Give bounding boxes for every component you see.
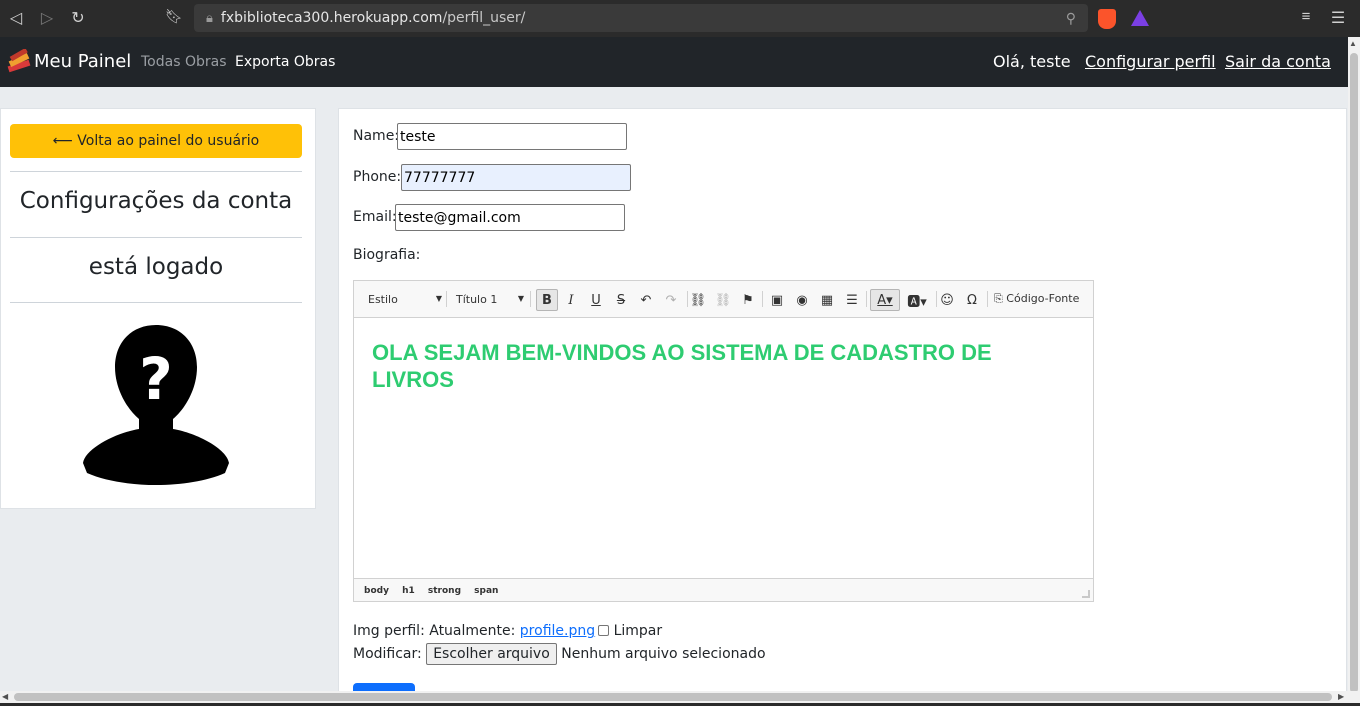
nav-todas-obras[interactable]: Todas Obras: [141, 54, 226, 70]
special-char-icon[interactable]: Ω: [961, 289, 983, 311]
editor-toolbar: Estilo ▼ Título 1 ▼ B I U S ↶ ↷ ⛓ ⛓ ⚑ ▣ ◉ …: [354, 281, 1093, 318]
horizontal-rule-icon[interactable]: ☰: [841, 289, 863, 311]
horizontal-scrollbar[interactable]: ◀ ▶: [0, 691, 1360, 703]
zoom-icon[interactable]: ⚲: [1066, 10, 1076, 27]
scroll-right-icon[interactable]: ▶: [1338, 692, 1344, 701]
table-icon[interactable]: ▦: [816, 289, 838, 311]
rewards-icon[interactable]: [1131, 10, 1149, 26]
configure-profile-link[interactable]: Configurar perfil: [1085, 52, 1216, 71]
toolbar-separator: [762, 291, 763, 307]
style-dropdown[interactable]: Estilo ▼: [368, 289, 442, 309]
image-icon[interactable]: ▣: [766, 289, 788, 311]
style-dropdown-label: Estilo: [368, 292, 398, 306]
toolbar-separator: [866, 291, 867, 307]
nav-exporta-obras[interactable]: Exporta Obras: [235, 54, 335, 70]
toolbar-separator: [530, 291, 531, 307]
format-dropdown[interactable]: Título 1 ▼: [456, 289, 524, 309]
back-icon[interactable]: ◁: [6, 8, 26, 28]
path-strong[interactable]: strong: [428, 586, 461, 596]
greeting: Olá, teste: [993, 52, 1071, 71]
editor-element-path: body h1 strong span: [354, 578, 1093, 601]
source-icon: ⎘: [994, 292, 1007, 305]
choose-file-button[interactable]: Escolher arquivo: [426, 643, 557, 665]
source-button[interactable]: ⎘ Código-Fonte: [994, 292, 1079, 306]
editor-content[interactable]: OLA SEJAM BEM-VINDOS AO SISTEMA DE CADAS…: [372, 339, 1072, 393]
books-icon: [7, 49, 31, 73]
url-text: fxbiblioteca300.herokuapp.com/perfil_use…: [220, 10, 526, 26]
playlist-icon[interactable]: ≡: [1296, 8, 1316, 25]
clear-label: Limpar: [613, 623, 663, 639]
svg-text:?: ?: [139, 345, 173, 413]
vertical-scrollbar[interactable]: ▲: [1348, 37, 1360, 693]
path-span[interactable]: span: [474, 586, 498, 596]
name-field[interactable]: [397, 123, 627, 150]
phone-label: Phone:: [353, 169, 402, 185]
scrollbar-thumb[interactable]: [1350, 53, 1358, 693]
scroll-up-icon[interactable]: ▲: [1349, 39, 1357, 48]
logout-link[interactable]: Sair da conta: [1225, 52, 1331, 71]
path-h1[interactable]: h1: [402, 586, 415, 596]
unlink-icon[interactable]: ⛓: [712, 289, 734, 311]
chevron-down-icon: ▼: [517, 294, 524, 303]
flash-icon[interactable]: ◉: [791, 289, 813, 311]
reload-icon[interactable]: ↻: [68, 8, 88, 28]
brand[interactable]: Meu Painel: [6, 49, 131, 73]
menu-icon[interactable]: ☰: [1328, 8, 1348, 28]
source-button-label: Código-Fonte: [1006, 292, 1080, 305]
browser-toolbar: ◁ ▷ ↻ 🔖︎ 🔒︎ fxbiblioteca300.herokuapp.co…: [0, 0, 1360, 37]
lock-icon: 🔒︎: [206, 10, 213, 25]
back-to-dashboard-button[interactable]: ⟵ Volta ao painel do usuário: [10, 124, 302, 158]
link-icon[interactable]: ⛓: [687, 289, 709, 311]
undo-icon[interactable]: ↶: [635, 289, 657, 311]
scrollbar-thumb[interactable]: [14, 693, 1332, 701]
unknown-user-icon: ?: [83, 325, 229, 485]
brand-label: Meu Painel: [34, 50, 132, 72]
image-modify-row: Modificar: Escolher arquivo Nenhum arqui…: [353, 643, 766, 665]
name-label: Name:: [353, 128, 400, 144]
toolbar-separator: [446, 291, 447, 307]
anchor-flag-icon[interactable]: ⚑: [737, 289, 759, 311]
chevron-down-icon: ▼: [435, 294, 442, 303]
login-status: está logado: [88, 254, 224, 280]
app-navbar: Meu Painel Todas Obras Exporta Obras Olá…: [0, 37, 1348, 87]
bio-editor: Estilo ▼ Título 1 ▼ B I U S ↶ ↷ ⛓ ⛓ ⚑ ▣ ◉ …: [353, 280, 1094, 602]
bio-label: Biografia:: [353, 247, 421, 263]
italic-icon[interactable]: I: [560, 289, 582, 311]
scroll-left-icon[interactable]: ◀: [2, 692, 8, 701]
bookmark-icon[interactable]: 🔖︎: [164, 8, 184, 25]
current-image-link[interactable]: profile.png: [520, 623, 595, 639]
address-bar[interactable]: 🔒︎ fxbiblioteca300.herokuapp.com/perfil_…: [194, 4, 1088, 32]
email-field[interactable]: [395, 204, 625, 231]
brave-shield-icon[interactable]: [1098, 9, 1116, 29]
divider: [10, 237, 302, 238]
divider: [10, 171, 302, 172]
no-file-text: Nenhum arquivo selecionado: [561, 646, 766, 662]
account-sidebar-card: ⟵ Volta ao painel do usuário Configuraçõ…: [0, 108, 316, 509]
smiley-icon[interactable]: ☺: [936, 289, 958, 311]
bold-icon[interactable]: B: [536, 289, 558, 311]
redo-icon[interactable]: ↷: [660, 289, 682, 311]
settings-heading: Configurações da conta: [19, 188, 293, 214]
image-label: Img perfil: Atualmente:: [353, 623, 516, 639]
strikethrough-icon[interactable]: S: [610, 289, 632, 311]
resize-handle[interactable]: [1082, 590, 1090, 598]
background-color-icon[interactable]: 🅰︎▾: [904, 289, 930, 311]
toolbar-separator: [987, 291, 988, 307]
divider: [10, 302, 302, 303]
modify-label: Modificar:: [353, 646, 422, 662]
path-body[interactable]: body: [364, 586, 389, 596]
underline-icon[interactable]: U: [585, 289, 607, 311]
text-color-icon[interactable]: A▾: [870, 289, 900, 311]
clear-image-checkbox[interactable]: [598, 625, 610, 636]
forward-icon[interactable]: ▷: [37, 8, 57, 28]
phone-field[interactable]: [401, 164, 631, 191]
format-dropdown-label: Título 1: [456, 292, 498, 306]
email-label: Email:: [353, 209, 397, 225]
image-current-row: Img perfil: Atualmente: profile.png Limp…: [353, 623, 662, 639]
